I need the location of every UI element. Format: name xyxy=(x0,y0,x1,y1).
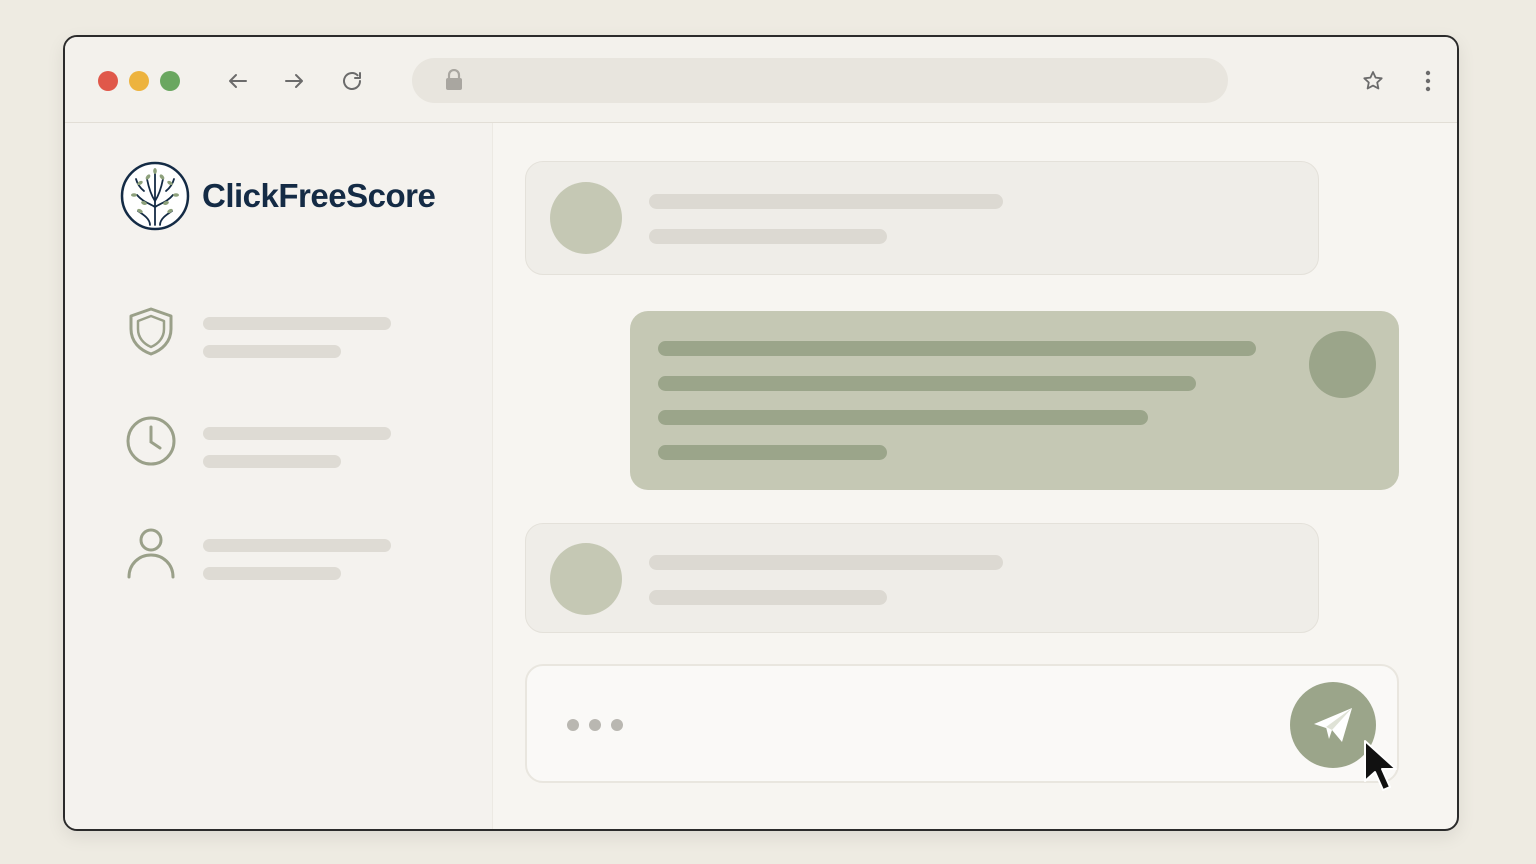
browser-window: ClickFreeScore xyxy=(63,35,1459,831)
reload-icon xyxy=(343,72,361,90)
minimize-window-button[interactable] xyxy=(129,71,149,91)
sidebar-item-security[interactable] xyxy=(123,303,463,373)
message-card-highlighted[interactable] xyxy=(630,311,1399,490)
sidebar: ClickFreeScore xyxy=(65,123,493,829)
tree-logo-icon xyxy=(120,161,190,231)
message-line-placeholder xyxy=(649,194,1003,209)
maximize-window-button[interactable] xyxy=(160,71,180,91)
avatar xyxy=(550,182,622,254)
sidebar-item-label-placeholder xyxy=(203,317,391,330)
message-card[interactable] xyxy=(525,161,1319,275)
avatar xyxy=(1309,331,1376,398)
forward-button[interactable] xyxy=(280,67,308,95)
message-line-placeholder xyxy=(658,376,1196,391)
mouse-cursor-icon xyxy=(1364,740,1397,791)
shield-icon xyxy=(129,307,173,356)
user-icon xyxy=(127,528,175,579)
back-arrow-icon xyxy=(229,74,247,88)
typing-indicator xyxy=(567,719,623,731)
menu-dots-icon xyxy=(1425,70,1431,92)
message-composer[interactable] xyxy=(525,664,1399,783)
sidebar-item-history[interactable] xyxy=(123,413,463,483)
address-bar[interactable] xyxy=(412,58,1228,103)
message-line-placeholder xyxy=(658,341,1256,356)
back-button[interactable] xyxy=(224,67,252,95)
brand-name: ClickFreeScore xyxy=(202,177,436,214)
sidebar-item-label-placeholder xyxy=(203,427,391,440)
sidebar-item-sublabel-placeholder xyxy=(203,567,341,580)
sidebar-item-label-placeholder xyxy=(203,539,391,552)
sidebar-item-sublabel-placeholder xyxy=(203,345,341,358)
brand[interactable]: ClickFreeScore xyxy=(120,161,436,231)
message-line-placeholder xyxy=(649,590,887,605)
clock-icon xyxy=(126,416,176,466)
menu-button[interactable] xyxy=(1414,67,1442,95)
message-line-placeholder xyxy=(658,410,1148,425)
star-icon xyxy=(1363,71,1383,90)
message-line-placeholder xyxy=(658,445,887,460)
message-line-placeholder xyxy=(649,229,887,244)
forward-arrow-icon xyxy=(285,74,303,88)
lock-icon xyxy=(446,69,462,90)
paper-plane-icon xyxy=(1314,708,1352,742)
reload-button[interactable] xyxy=(338,67,366,95)
avatar xyxy=(550,543,622,615)
message-card[interactable] xyxy=(525,523,1319,633)
message-line-placeholder xyxy=(649,555,1003,570)
bookmark-button[interactable] xyxy=(1359,67,1387,95)
close-window-button[interactable] xyxy=(98,71,118,91)
sidebar-item-profile[interactable] xyxy=(123,525,463,595)
title-bar xyxy=(65,37,1457,123)
sidebar-item-sublabel-placeholder xyxy=(203,455,341,468)
